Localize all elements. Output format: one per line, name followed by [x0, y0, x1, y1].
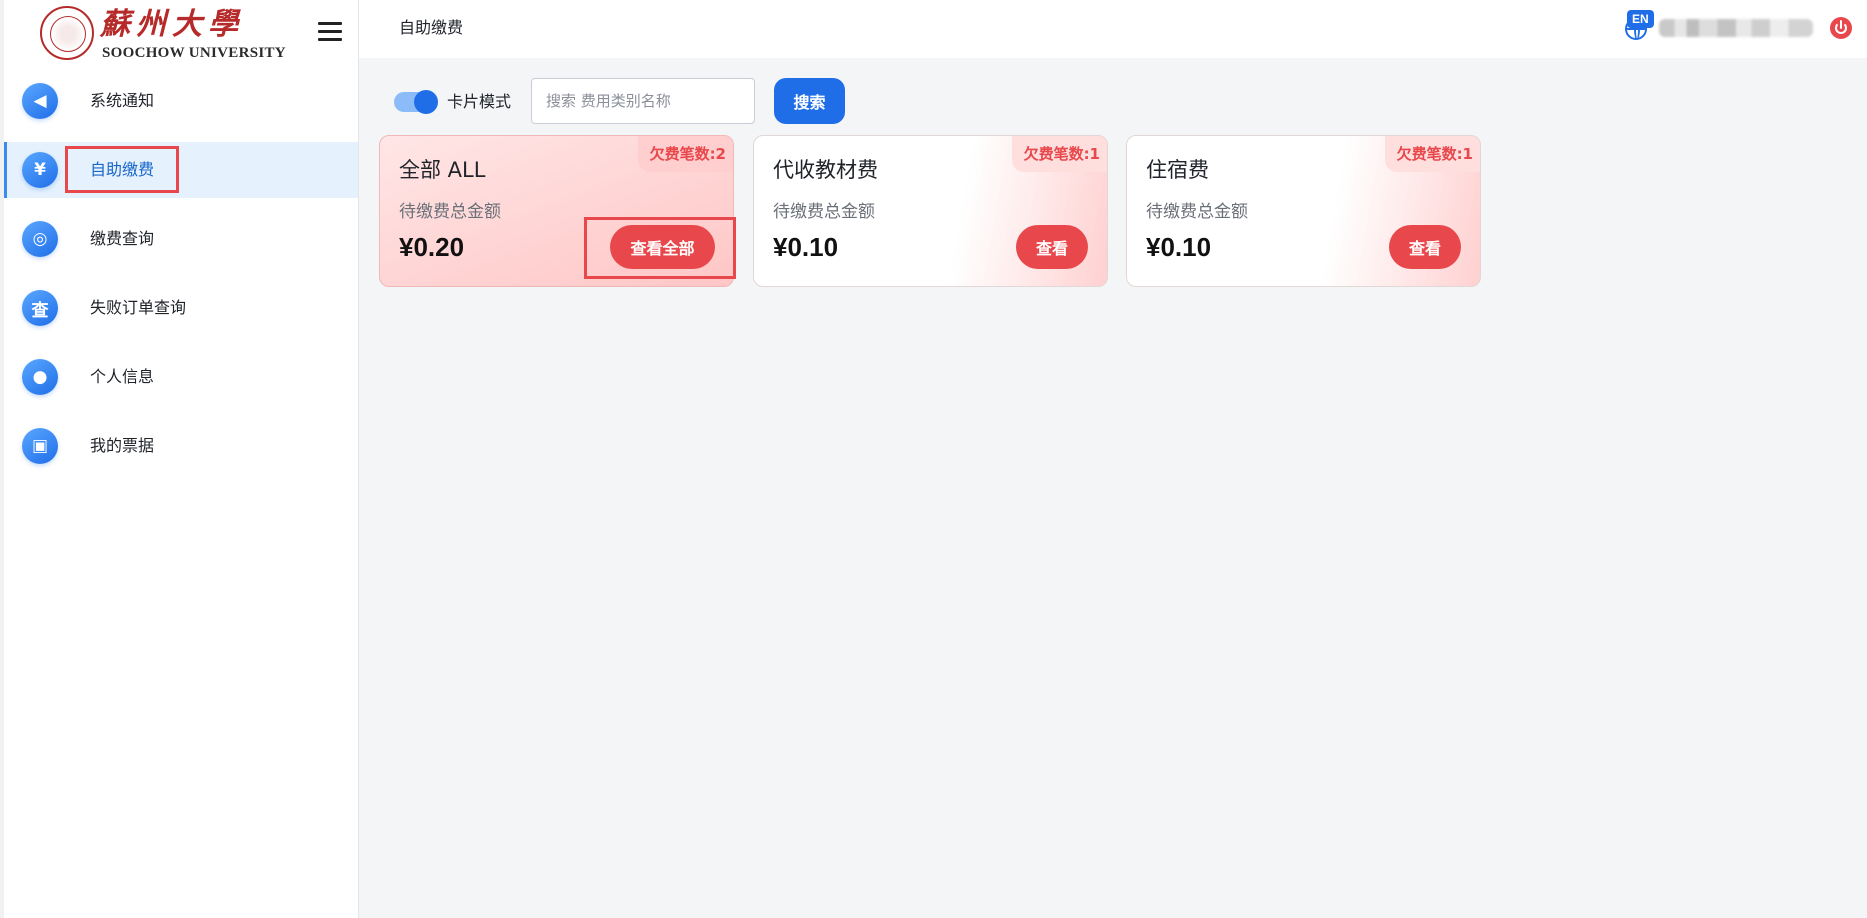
card-amount: ¥0.10 [773, 232, 839, 262]
view-all-button[interactable]: 查看全部 [610, 225, 715, 269]
language-switch[interactable]: EN [1625, 10, 1654, 40]
target-icon: ◎ [22, 221, 58, 257]
sidebar-item-label: 缴费查询 [90, 229, 155, 248]
speaker-icon: ◀ [22, 83, 58, 119]
search-doc-icon: 查 [22, 290, 58, 326]
arrears-count-badge: 欠费笔数:2 [637, 136, 733, 172]
sidebar-item-label: 系统通知 [90, 91, 155, 110]
user-name-redacted [1659, 19, 1813, 37]
arrears-count-badge: 欠费笔数:1 [1384, 136, 1480, 172]
sidebar-item-label: 失败订单查询 [90, 298, 187, 317]
view-button[interactable]: 查看 [1016, 225, 1088, 269]
yen-coin-icon: ¥ [22, 152, 58, 188]
sidebar-item-personal-info[interactable]: ● 个人信息 [4, 349, 358, 405]
sidebar-item-label: 自助缴费 [90, 160, 155, 179]
logout-power-icon[interactable] [1830, 17, 1852, 39]
fee-card-all: 欠费笔数:2 全部 ALL 待缴费总金额 ¥0.20 查看全部 [379, 135, 734, 287]
search-button[interactable]: 搜索 [774, 78, 845, 124]
card-subtitle: 待缴费总金额 [1146, 202, 1248, 222]
university-seal-icon [40, 6, 94, 60]
card-subtitle: 待缴费总金额 [399, 202, 501, 222]
sidebar-item-label: 我的票据 [90, 436, 155, 455]
menu-toggle-icon[interactable] [318, 22, 342, 42]
card-mode-toggle[interactable] [394, 90, 438, 114]
card-amount: ¥0.10 [1146, 232, 1212, 262]
user-icon: ● [22, 359, 58, 395]
sidebar-item-failed-orders[interactable]: 查 失败订单查询 [4, 280, 358, 336]
fee-card-accommodation: 欠费笔数:1 住宿费 待缴费总金额 ¥0.10 查看 [1126, 135, 1481, 287]
language-badge: EN [1627, 10, 1654, 28]
breadcrumb: 自助缴费 [399, 18, 464, 37]
card-title: 全部 ALL [399, 158, 486, 182]
sidebar-item-self-payment[interactable]: ¥ 自助缴费 [4, 142, 358, 198]
sidebar-item-my-receipts[interactable]: ▣ 我的票据 [4, 418, 358, 474]
top-header: 自助缴费 EN [359, 0, 1867, 58]
card-mode-label: 卡片模式 [447, 92, 512, 111]
sidebar-item-payment-query[interactable]: ◎ 缴费查询 [4, 211, 358, 267]
view-button[interactable]: 查看 [1389, 225, 1461, 269]
logo-chinese-name: 蘇州大學 [100, 7, 244, 42]
card-title: 住宿费 [1146, 158, 1209, 182]
arrears-count-badge: 欠费笔数:1 [1011, 136, 1107, 172]
sidebar-item-notifications[interactable]: ◀ 系统通知 [4, 73, 358, 129]
card-subtitle: 待缴费总金额 [773, 202, 875, 222]
toggle-knob [414, 90, 438, 114]
search-input[interactable] [531, 78, 755, 124]
logo-english-name: SOOCHOW UNIVERSITY [102, 45, 286, 61]
sidebar-item-label: 个人信息 [90, 367, 155, 386]
card-title: 代收教材费 [773, 158, 878, 182]
sidebar: 蘇州大學 SOOCHOW UNIVERSITY ◀ 系统通知 ¥ 自助缴费 ◎ … [0, 0, 359, 918]
card-amount: ¥0.20 [399, 232, 465, 262]
fee-card-textbook: 欠费笔数:1 代收教材费 待缴费总金额 ¥0.10 查看 [753, 135, 1108, 287]
university-logo: 蘇州大學 SOOCHOW UNIVERSITY [40, 4, 286, 62]
ticket-icon: ▣ [22, 428, 58, 464]
